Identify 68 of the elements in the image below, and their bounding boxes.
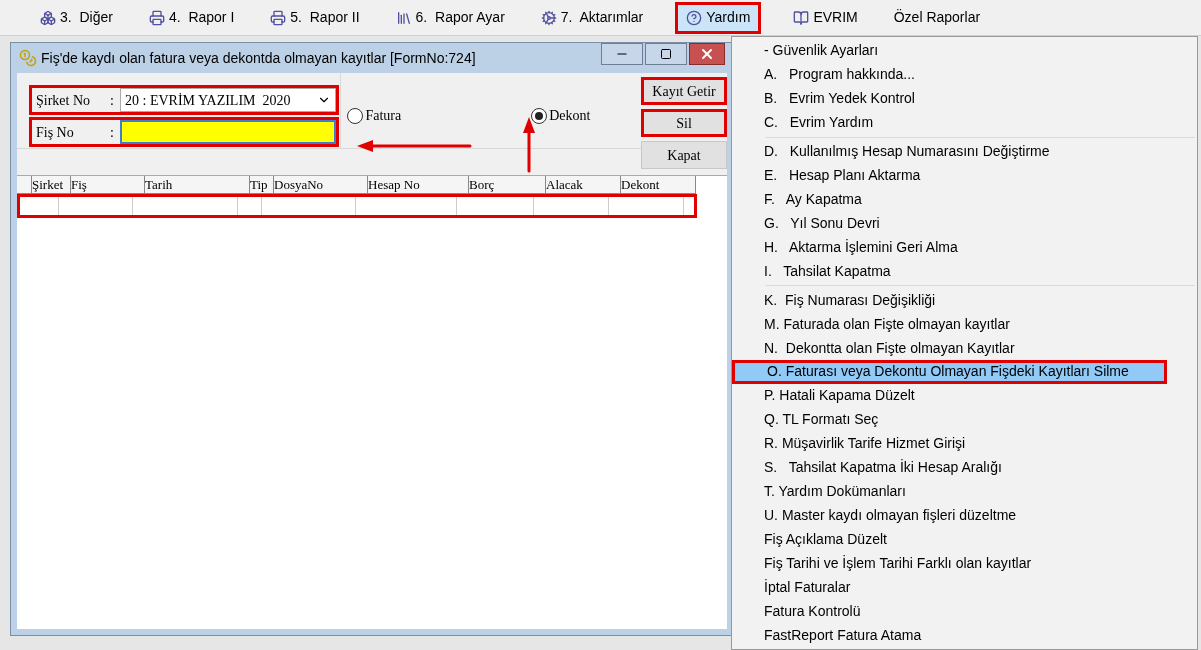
form-button[interactable]: Sil: [641, 109, 727, 137]
menu-bar-item[interactable]: Özel Raporlar: [889, 1, 985, 34]
window-title: Fiş'de kaydı olan fatura veya dekontda olmayan kayıtlar [FormNo:724]: [41, 48, 476, 68]
menu-item[interactable]: Fatura Kontrolü: [732, 599, 1197, 624]
menu-item[interactable]: R. Müşavirlik Tarife Hizmet Girişi: [732, 431, 1197, 456]
menu-item[interactable]: FastReport Fatura Atama: [732, 623, 1197, 648]
menu-item[interactable]: D. Kullanılmış Hesap Numarasını Değiştirme: [732, 139, 1197, 164]
menu-item[interactable]: P. Hatali Kapama Düzelt: [732, 384, 1197, 408]
menu-item[interactable]: G. Yıl Sonu Devri: [732, 211, 1197, 236]
company-label: Şirket No: [35, 91, 92, 110]
column-header[interactable]: DosyaNo: [274, 176, 368, 194]
printer-icon: [148, 9, 165, 26]
menu-bar-item[interactable]: 3. Diğer: [36, 1, 117, 34]
form-button[interactable]: Kapat: [641, 141, 727, 169]
company-dropdown[interactable]: 20 : EVRİM YAZILIM 2020: [120, 88, 336, 112]
radio-option[interactable]: Dekont: [531, 105, 591, 126]
books-icon: [395, 9, 412, 26]
voucher-input[interactable]: [120, 120, 336, 144]
colon-text: :: [110, 123, 115, 142]
form-button[interactable]: Kayıt Getir: [641, 77, 727, 105]
menu-bar-item[interactable]: 4. Rapor I: [144, 1, 239, 34]
column-header[interactable]: Alacak: [546, 176, 621, 194]
radio-option[interactable]: Fatura: [347, 105, 402, 126]
menu-bar-item[interactable]: 7. Aktarımlar: [536, 1, 648, 34]
help-icon: [686, 9, 703, 26]
table-row[interactable]: [17, 194, 697, 218]
menu-item[interactable]: K. Fiş Numarası Değişikliği: [732, 288, 1197, 313]
book-icon: [793, 9, 810, 26]
menu-item[interactable]: S. Tahsilat Kapatma İki Hesap Aralığı: [732, 455, 1197, 480]
menu-item[interactable]: T. Yardım Dokümanları: [732, 479, 1197, 504]
menu-item[interactable]: Fiş Tarihi ve İşlem Tarihi Farklı olan kayıtlar: [732, 551, 1197, 576]
menu-bar-item[interactable]: 6. Rapor Ayar: [391, 1, 509, 34]
menu-item[interactable]: Fiş Açıklama Düzelt: [732, 527, 1197, 552]
printer-icon: [270, 9, 287, 26]
column-header[interactable]: Fiş: [71, 176, 145, 194]
menu-item[interactable]: B. Evrim Yedek Kontrol: [732, 86, 1197, 111]
maximize-icon: [660, 48, 672, 60]
menu-bar-item[interactable]: EVRIM: [789, 1, 862, 34]
column-header[interactable]: Şirket: [32, 176, 71, 194]
menu-item[interactable]: A. Program hakkında...: [732, 62, 1197, 87]
maximize-button[interactable]: [645, 43, 687, 65]
menu-item[interactable]: I. Tahsilat Kapatma: [732, 259, 1197, 284]
column-header[interactable]: Tip: [250, 176, 274, 194]
menu-item[interactable]: N. Dekontta olan Fişte olmayan Kayıtlar: [732, 336, 1197, 360]
menu-item[interactable]: E. Hesap Planı Aktarma: [732, 163, 1197, 188]
colon-text: :: [110, 91, 115, 110]
coins-icon: [19, 49, 37, 67]
menu-item[interactable]: C. Evrim Yardım: [732, 110, 1197, 135]
column-header[interactable]: Tarih: [145, 176, 250, 194]
menu-item[interactable]: O. Faturası veya Dekontu Olmayan Fişdeki Kayıtları Silme: [732, 360, 1167, 384]
annotation-arrow: [522, 117, 536, 173]
menu-item[interactable]: İptal Faturalar: [732, 575, 1197, 600]
close-icon: [699, 46, 715, 62]
menu-item[interactable]: U. Master kaydı olmayan fişleri düzeltme: [732, 503, 1197, 528]
menu-item[interactable]: F. Ay Kapatma: [732, 187, 1197, 212]
gear-icon: [540, 9, 557, 26]
column-header[interactable]: Dekont: [621, 176, 696, 194]
menu-item[interactable]: - Güvenlik Ayarları: [732, 39, 1197, 63]
column-header[interactable]: Borç: [469, 176, 546, 194]
menu-bar-item[interactable]: 5. Rapor II: [266, 1, 364, 34]
menu-item[interactable]: M. Faturada olan Fişte olmayan kayıtlar: [732, 312, 1197, 337]
voucher-label: Fiş No: [35, 123, 75, 142]
menu-item[interactable]: H. Aktarma İşlemini Geri Alma: [732, 235, 1197, 260]
close-button[interactable]: [689, 43, 725, 65]
menu-item[interactable]: Q. TL Formatı Seç: [732, 407, 1197, 432]
column-header[interactable]: Hesap No: [368, 176, 469, 194]
blocks-icon: [40, 9, 56, 26]
menu-bar-item[interactable]: Yardım: [675, 1, 762, 34]
